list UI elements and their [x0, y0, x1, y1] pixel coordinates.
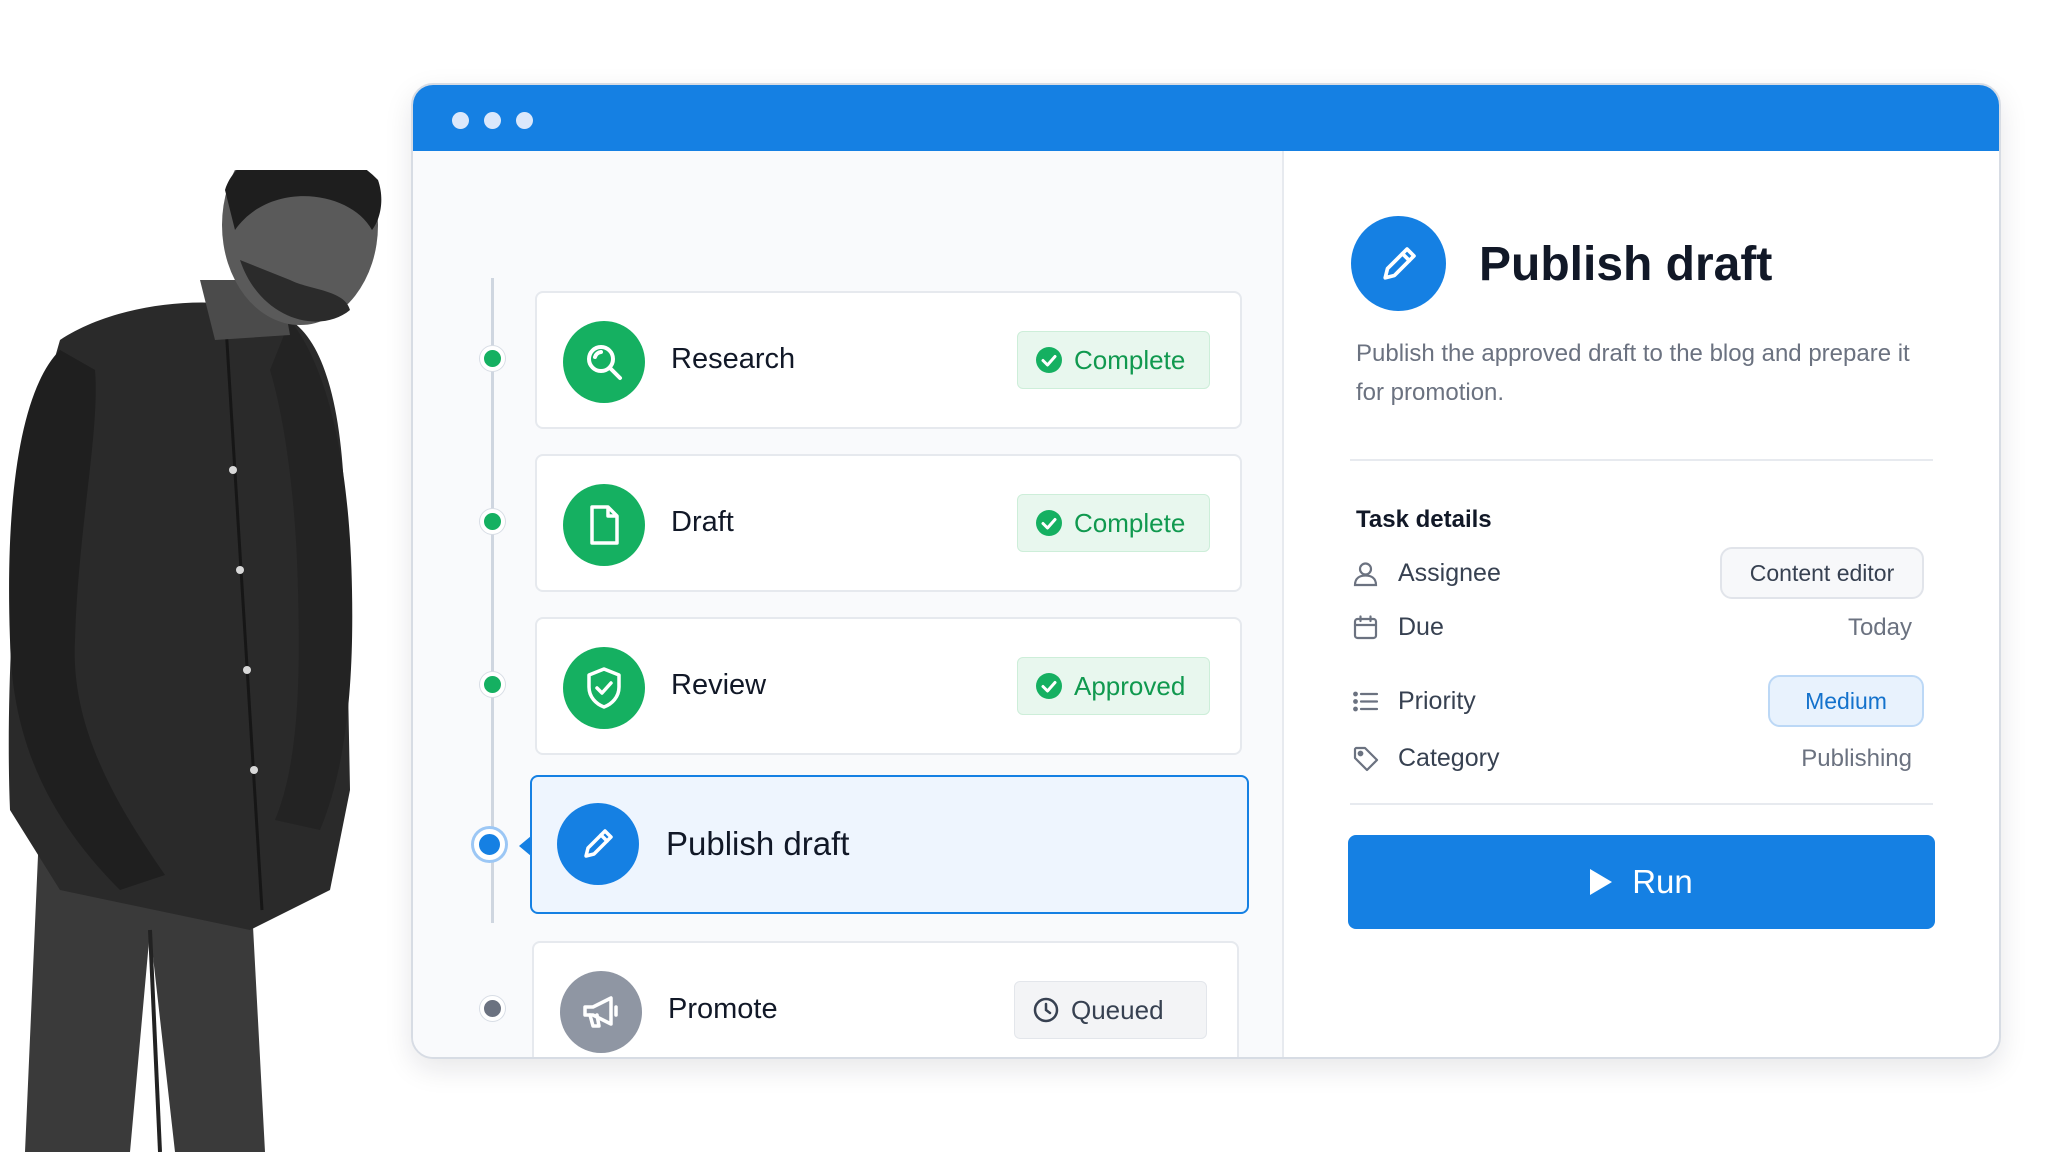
- status-badge: Queued: [1014, 981, 1207, 1039]
- shield-check-icon: [563, 647, 645, 729]
- detail-label: Category: [1398, 744, 1500, 772]
- document-icon: [563, 484, 645, 566]
- workflow-pane: Research Complete Draft Complete Review …: [413, 151, 1282, 1057]
- step-label: Publish draft: [666, 825, 850, 862]
- person-illustration: [8, 170, 382, 1152]
- window-dot-1[interactable]: [452, 112, 469, 129]
- window-titlebar: [413, 85, 1999, 151]
- timeline-dot-review: [480, 672, 505, 697]
- status-text: Complete: [1074, 507, 1186, 538]
- check-circle-icon: [1036, 510, 1062, 536]
- category-value: Publishing: [1801, 745, 1912, 772]
- step-card-publish-draft[interactable]: Publish draft: [530, 775, 1249, 914]
- detail-label: Priority: [1398, 687, 1476, 715]
- step-card-review[interactable]: Review Approved: [535, 617, 1242, 755]
- step-label: Promote: [668, 993, 778, 1025]
- divider: [1350, 803, 1933, 805]
- tag-icon: [1353, 746, 1379, 772]
- step-label: Review: [671, 669, 767, 701]
- status-badge: Approved: [1017, 657, 1210, 715]
- pencil-icon: [1351, 216, 1446, 311]
- detail-row-priority-content: Priority Medium: [1352, 675, 1932, 727]
- timeline-dot-publish: [474, 829, 505, 860]
- step-label: Research: [671, 343, 796, 375]
- status-text: Approved: [1074, 670, 1186, 701]
- user-icon: [1353, 562, 1378, 587]
- divider: [1350, 459, 1933, 461]
- run-label: Run: [1632, 863, 1693, 900]
- clock-icon: [1033, 997, 1059, 1023]
- step-card-promote[interactable]: Promote Queued: [532, 941, 1239, 1057]
- stage: Research Complete Draft Complete Review …: [0, 0, 2048, 1152]
- detail-label: Assignee: [1398, 559, 1501, 587]
- timeline-rail: [491, 278, 494, 923]
- list-icon: [1353, 691, 1379, 712]
- megaphone-icon: [560, 971, 642, 1053]
- check-circle-icon: [1036, 347, 1062, 373]
- task-detail-pane: Publish draft Publish the approved draft…: [1284, 151, 1999, 1057]
- status-badge: Complete: [1017, 494, 1210, 552]
- pencil-icon: [557, 803, 639, 885]
- check-circle-icon: [1036, 673, 1062, 699]
- priority-chip[interactable]: Medium: [1768, 675, 1924, 727]
- status-text: Complete: [1074, 344, 1186, 375]
- timeline-dot-promote: [480, 996, 505, 1021]
- detail-row-category: Category Publishing: [1352, 732, 1932, 784]
- window-dot-2[interactable]: [484, 112, 501, 129]
- run-button[interactable]: Run: [1348, 835, 1935, 929]
- task-description: Publish the approved draft to the blog a…: [1356, 340, 1910, 406]
- status-text: Queued: [1071, 994, 1164, 1025]
- play-icon: [1590, 869, 1613, 895]
- search-icon: [563, 321, 645, 403]
- status-badge: Complete: [1017, 331, 1210, 389]
- window-dot-3[interactable]: [516, 112, 533, 129]
- timeline-dot-draft: [480, 509, 505, 534]
- app-window: Research Complete Draft Complete Review …: [411, 83, 2001, 1059]
- timeline-dot-research: [480, 346, 505, 371]
- page-title: Publish draft: [1479, 238, 1773, 291]
- assignee-chip[interactable]: Content editor: [1720, 547, 1924, 599]
- step-card-research[interactable]: Research Complete: [535, 291, 1242, 429]
- detail-row-assignee: Assignee Content editor: [1352, 547, 1932, 599]
- step-label: Draft: [671, 506, 734, 538]
- step-card-draft[interactable]: Draft Complete: [535, 454, 1242, 592]
- section-title: Task details: [1356, 506, 1492, 533]
